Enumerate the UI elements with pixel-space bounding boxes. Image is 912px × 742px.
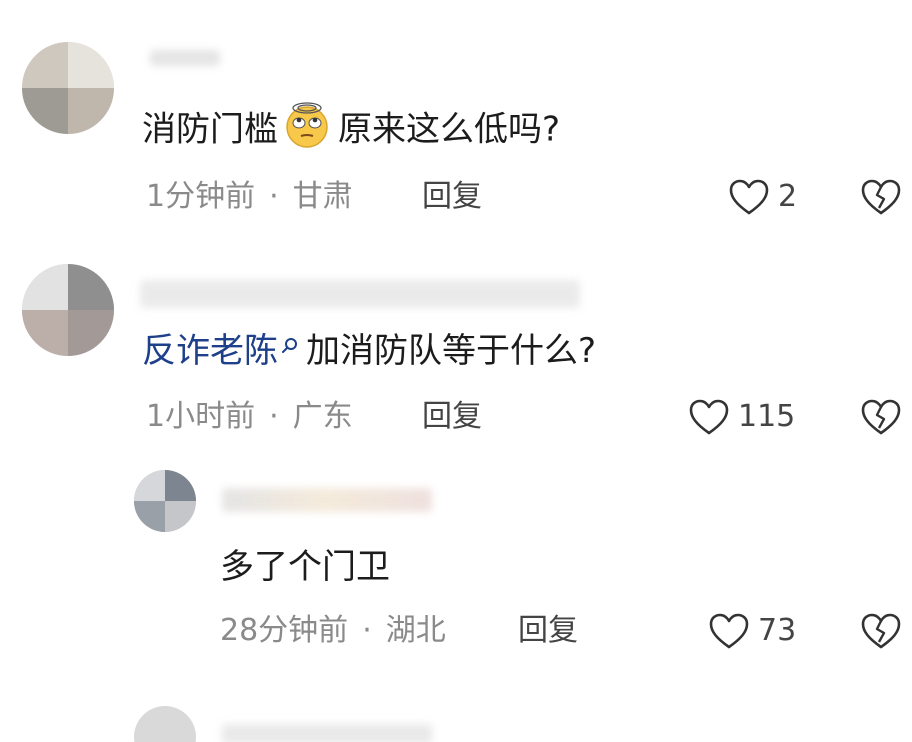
comment-list: 消防门槛 原来这么低吗? 1分钟前 · 甘肃 回复 2 反诈老陈 加消防队等于什…	[0, 0, 912, 742]
eye-roll-emoji	[286, 102, 328, 148]
comment-text-part: 加消防队等于什么?	[306, 331, 597, 371]
comment-text: 多了个门卫	[220, 550, 390, 584]
mention-link[interactable]: 反诈老陈	[142, 331, 306, 371]
separator: ·	[269, 179, 279, 214]
username[interactable]	[222, 488, 432, 512]
comment-text: 消防门槛 原来这么低吗?	[142, 102, 561, 150]
comment-time: 28分钟前	[220, 613, 349, 648]
avatar[interactable]	[22, 42, 114, 134]
like-button[interactable]: 73	[708, 612, 796, 650]
heart-outline-icon	[689, 399, 729, 435]
like-button[interactable]: 115	[688, 398, 795, 436]
comment-meta: 1小时前 · 广东	[146, 402, 353, 432]
broken-heart-icon	[861, 613, 901, 649]
comment-location: 湖北	[385, 613, 446, 648]
dislike-button[interactable]	[860, 178, 902, 216]
comment-location: 广东	[292, 399, 353, 434]
like-count: 2	[778, 179, 798, 214]
reply-button[interactable]: 回复	[518, 616, 578, 646]
broken-heart-icon	[861, 399, 901, 435]
dislike-button[interactable]	[860, 398, 902, 436]
reply-button[interactable]: 回复	[422, 182, 482, 212]
broken-heart-icon	[861, 179, 901, 215]
reply-button[interactable]: 回复	[422, 402, 482, 432]
comment-text-part: 原来这么低吗?	[338, 109, 561, 150]
separator: ·	[269, 399, 279, 434]
comment-text-part: 多了个门卫	[220, 547, 390, 587]
comment-time: 1小时前	[146, 399, 256, 434]
mention-name: 反诈老陈	[142, 331, 278, 371]
comment-time: 1分钟前	[146, 179, 256, 214]
comment-location: 甘肃	[292, 179, 353, 214]
comment-text-part: 消防门槛	[142, 109, 278, 150]
like-button[interactable]: 2	[728, 178, 797, 216]
like-count: 73	[758, 613, 797, 648]
username[interactable]	[222, 724, 432, 742]
heart-outline-icon	[709, 613, 749, 649]
comment-text: 反诈老陈 加消防队等于什么?	[142, 334, 596, 368]
comment-meta: 28分钟前 · 湖北	[220, 616, 446, 646]
avatar[interactable]	[22, 264, 114, 356]
avatar[interactable]	[134, 706, 196, 742]
search-icon	[282, 338, 297, 353]
username[interactable]	[150, 50, 220, 66]
username[interactable]	[140, 280, 580, 308]
separator: ·	[362, 613, 372, 648]
avatar[interactable]	[134, 470, 196, 532]
dislike-button[interactable]	[860, 612, 902, 650]
heart-outline-icon	[729, 179, 769, 215]
like-count: 115	[738, 399, 796, 434]
comment-meta: 1分钟前 · 甘肃	[146, 182, 353, 212]
